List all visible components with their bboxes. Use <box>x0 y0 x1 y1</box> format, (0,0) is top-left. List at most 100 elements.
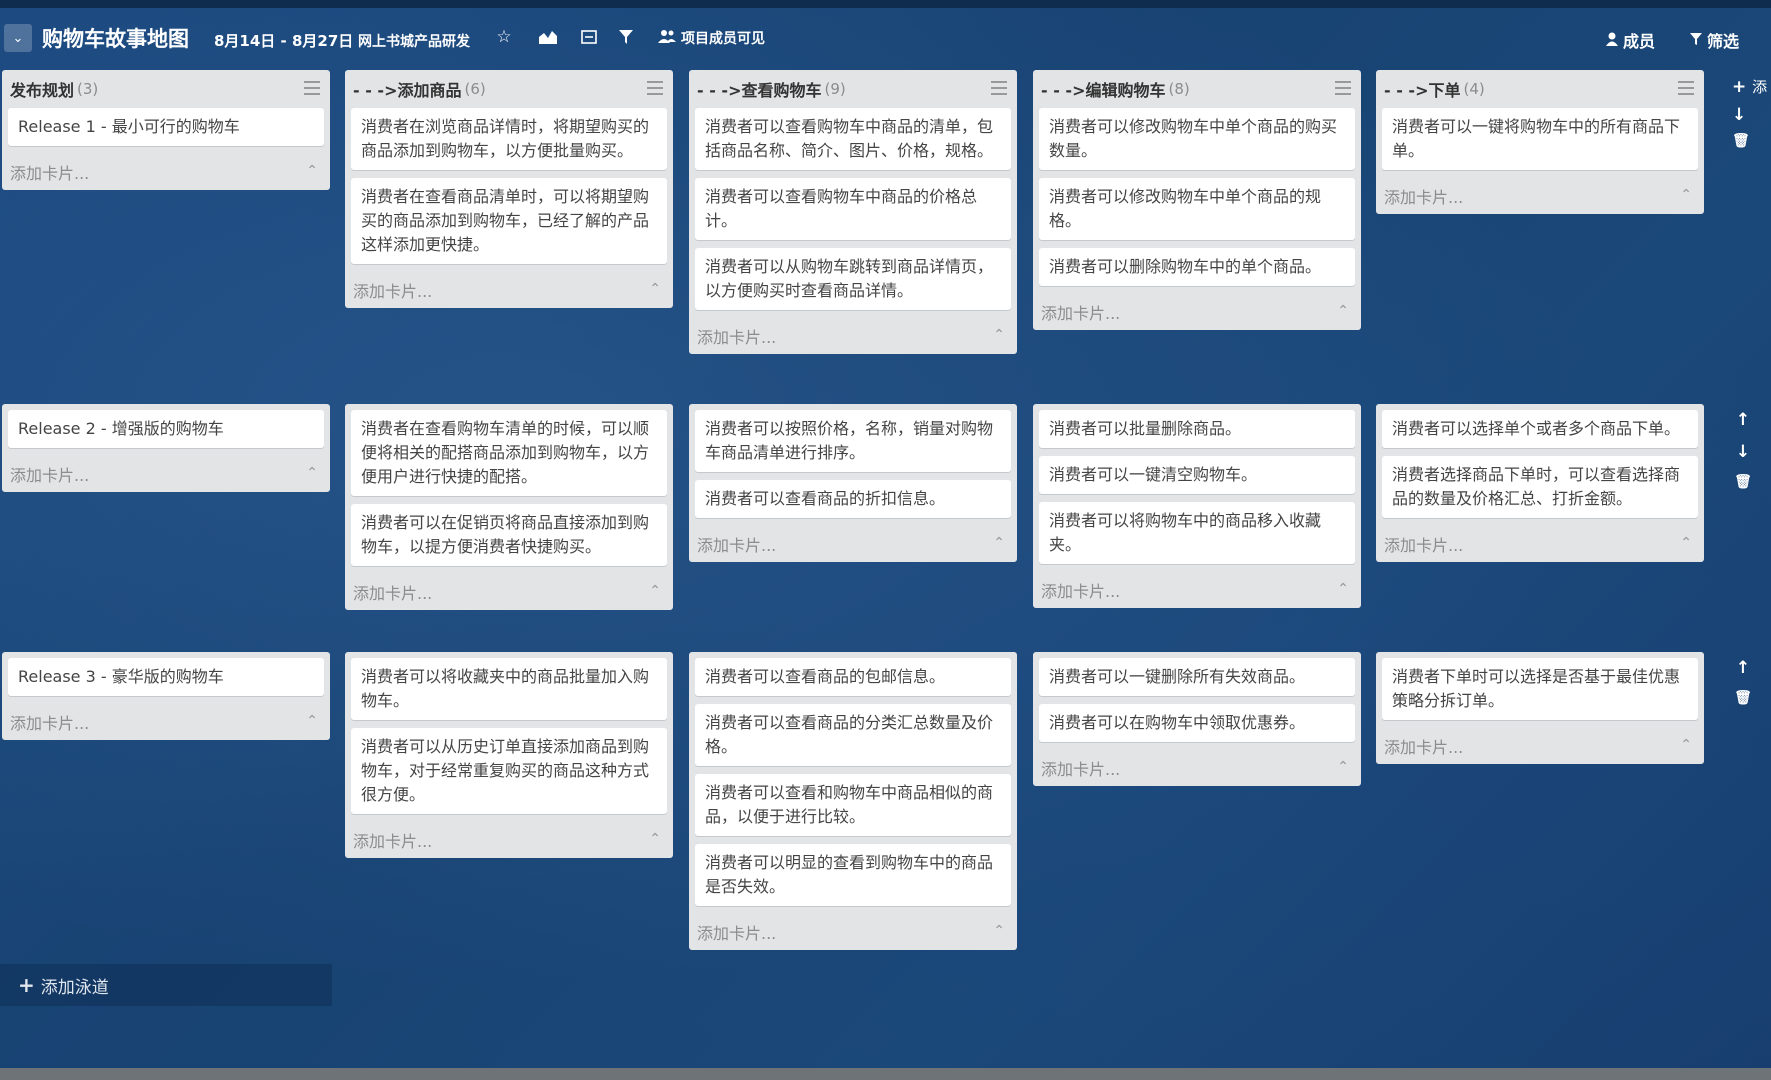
collapse-up-icon[interactable]: ⌃ <box>306 466 318 480</box>
card[interactable]: 消费者可以在促销页将商品直接添加到购物车，以提方便消费者快捷购买。 <box>351 504 667 566</box>
collapse-up-icon[interactable]: ⌃ <box>1337 304 1349 318</box>
list-menu-icon[interactable] <box>991 81 1007 95</box>
arrow-down-icon[interactable]: ↓ <box>1736 442 1750 462</box>
card[interactable]: 消费者可以查看购物车中商品的清单，包括商品名称、简介、图片、价格，规格。 <box>695 108 1011 170</box>
card[interactable]: 消费者在查看购物车清单的时候，可以顺便将相关的配搭商品添加到购物车，以方便用户进… <box>351 410 667 496</box>
chart-icon[interactable] <box>537 26 559 48</box>
card[interactable]: 消费者可以一键删除所有失效商品。 <box>1039 658 1355 696</box>
list-title: - - ->添加商品 <box>353 81 462 100</box>
card[interactable]: 消费者可以一键将购物车中的所有商品下单。 <box>1382 108 1698 170</box>
collapse-up-icon[interactable]: ⌃ <box>649 832 661 846</box>
visibility-label: 项目成员可见 <box>681 31 765 47</box>
filter-button[interactable]: 筛选 <box>1690 28 1739 52</box>
board-header: ⌄ 购物车故事地图 8月14日 - 8月27日 网上书城产品研发 ☆ 项目成员可… <box>0 18 1771 58</box>
board-title[interactable]: 购物车故事地图 <box>42 23 189 53</box>
card[interactable]: 消费者可以修改购物车中单个商品的规格。 <box>1039 178 1355 240</box>
collapse-up-icon[interactable]: ⌃ <box>993 536 1005 550</box>
collapse-up-icon[interactable]: ⌃ <box>649 584 661 598</box>
list-header[interactable]: - - ->添加商品 (6) <box>351 70 667 108</box>
add-card-button[interactable]: 添加卡片... ⌃ <box>1382 178 1698 214</box>
add-card-button[interactable]: 添加卡片... ⌃ <box>8 456 324 492</box>
add-card-button[interactable]: 添加卡片... ⌃ <box>1039 750 1355 786</box>
list-count: (6) <box>464 80 486 98</box>
card[interactable]: 消费者可以从购物车跳转到商品详情页，以方便购买时查看商品详情。 <box>695 248 1011 310</box>
collapse-up-icon[interactable]: ⌃ <box>993 924 1005 938</box>
add-card-button[interactable]: 添加卡片... ⌃ <box>1039 572 1355 608</box>
lane-2-view-cart-list: 消费者可以按照价格，名称，销量对购物车商品清单进行排序。 消费者可以查看商品的折… <box>689 404 1017 562</box>
add-card-button[interactable]: 添加卡片... ⌃ <box>8 704 324 740</box>
list-header[interactable]: - - ->查看购物车 (9) <box>695 70 1011 108</box>
card[interactable]: 消费者可以将收藏夹中的商品批量加入购物车。 <box>351 658 667 720</box>
list-header[interactable]: - - ->下单 (4) <box>1382 70 1698 108</box>
card[interactable]: 消费者可以查看购物车中商品的价格总计。 <box>695 178 1011 240</box>
card[interactable]: 消费者可以查看商品的分类汇总数量及价格。 <box>695 704 1011 766</box>
list-menu-icon[interactable] <box>304 81 320 95</box>
collapse-icon[interactable] <box>578 26 600 48</box>
add-card-button[interactable]: 添加卡片... ⌃ <box>351 822 667 858</box>
list-header[interactable]: 发布规划 (3) <box>8 70 324 108</box>
arrow-up-icon[interactable]: ↑ <box>1736 658 1750 678</box>
team-name[interactable]: 网上书城产品研发 <box>358 31 470 51</box>
collapse-up-icon[interactable]: ⌃ <box>1680 536 1692 550</box>
card[interactable]: 消费者可以按照价格，名称，销量对购物车商品清单进行排序。 <box>695 410 1011 472</box>
collapse-up-icon[interactable]: ⌃ <box>1337 760 1349 774</box>
trash-icon[interactable]: 🗑 <box>1732 133 1767 149</box>
card[interactable]: 消费者可以从历史订单直接添加商品到购物车，对于经常重复购买的商品这种方式很方便。 <box>351 728 667 814</box>
card[interactable]: 消费者可以一键清空购物车。 <box>1039 456 1355 494</box>
list-view-cart: - - ->查看购物车 (9) 消费者可以查看购物车中商品的清单，包括商品名称、简… <box>689 70 1017 354</box>
add-card-button[interactable]: 添加卡片... ⌃ <box>8 154 324 190</box>
card[interactable]: 消费者可以修改购物车中单个商品的购买数量。 <box>1039 108 1355 170</box>
add-card-button[interactable]: 添加卡片... ⌃ <box>1382 526 1698 562</box>
add-card-button[interactable]: 添加卡片... ⌃ <box>695 318 1011 354</box>
card[interactable]: 消费者在浏览商品详情时，将期望购买的商品添加到购物车，以方便批量购买。 <box>351 108 667 170</box>
collapse-up-icon[interactable]: ⌃ <box>993 328 1005 342</box>
card[interactable]: 消费者可以明显的查看到购物车中的商品是否失效。 <box>695 844 1011 906</box>
card[interactable]: 消费者可以查看商品的包邮信息。 <box>695 658 1011 696</box>
top-strip <box>0 0 1771 8</box>
visibility-button[interactable]: 项目成员可见 <box>658 28 765 48</box>
collapse-up-icon[interactable]: ⌃ <box>1680 738 1692 752</box>
add-card-button[interactable]: 添加卡片... ⌃ <box>695 526 1011 562</box>
card[interactable]: Release 2 - 增强版的购物车 <box>8 410 324 448</box>
card[interactable]: 消费者可以将购物车中的商品移入收藏夹。 <box>1039 502 1355 564</box>
arrow-down-icon[interactable]: ↓ <box>1732 105 1767 125</box>
add-lane-item-button[interactable]: + 添 <box>1732 76 1767 97</box>
list-menu-icon[interactable] <box>1335 81 1351 95</box>
card[interactable]: 消费者可以批量删除商品。 <box>1039 410 1355 448</box>
lane-3-order-list: 消费者下单时可以选择是否基于最佳优惠策略分拆订单。 添加卡片... ⌃ <box>1376 652 1704 764</box>
add-card-button[interactable]: 添加卡片... ⌃ <box>1039 294 1355 330</box>
collapse-up-icon[interactable]: ⌃ <box>649 282 661 296</box>
star-icon[interactable]: ☆ <box>493 26 515 48</box>
collapse-up-icon[interactable]: ⌃ <box>1680 188 1692 202</box>
collapse-up-icon[interactable]: ⌃ <box>1337 582 1349 596</box>
card[interactable]: 消费者选择商品下单时，可以查看选择商品的数量及价格汇总、打折金额。 <box>1382 456 1698 518</box>
card[interactable]: Release 1 - 最小可行的购物车 <box>8 108 324 146</box>
collapse-up-icon[interactable]: ⌃ <box>306 164 318 178</box>
list-menu-icon[interactable] <box>1678 81 1694 95</box>
members-button[interactable]: 成员 <box>1606 28 1655 52</box>
trash-icon[interactable]: 🗑 <box>1734 474 1752 490</box>
add-card-label: 添加卡片... <box>353 832 433 851</box>
card[interactable]: Release 3 - 豪华版的购物车 <box>8 658 324 696</box>
add-card-label: 添加卡片... <box>1041 760 1121 779</box>
list-header[interactable]: - - ->编辑购物车 (8) <box>1039 70 1355 108</box>
card[interactable]: 消费者在查看商品清单时，可以将期望购买的商品添加到购物车，已经了解的产品这样添加… <box>351 178 667 264</box>
card[interactable]: 消费者可以删除购物车中的单个商品。 <box>1039 248 1355 286</box>
card[interactable]: 消费者可以查看和购物车中商品相似的商品，以便于进行比较。 <box>695 774 1011 836</box>
add-card-button[interactable]: 添加卡片... ⌃ <box>351 272 667 308</box>
add-card-label: 添加卡片... <box>10 714 90 733</box>
add-card-button[interactable]: 添加卡片... ⌃ <box>695 914 1011 950</box>
card[interactable]: 消费者可以查看商品的折扣信息。 <box>695 480 1011 518</box>
list-menu-icon[interactable] <box>647 81 663 95</box>
collapse-up-icon[interactable]: ⌃ <box>306 714 318 728</box>
arrow-up-icon[interactable]: ↑ <box>1736 410 1750 430</box>
add-card-button[interactable]: 添加卡片... ⌃ <box>351 574 667 610</box>
trash-icon[interactable]: 🗑 <box>1734 690 1752 706</box>
add-card-button[interactable]: 添加卡片... ⌃ <box>1382 728 1698 764</box>
card[interactable]: 消费者可以在购物车中领取优惠券。 <box>1039 704 1355 742</box>
card[interactable]: 消费者下单时可以选择是否基于最佳优惠策略分拆订单。 <box>1382 658 1698 720</box>
filter-icon[interactable] <box>615 26 637 48</box>
add-lane-button[interactable]: + 添加泳道 <box>0 964 332 1006</box>
board-menu-button[interactable]: ⌄ <box>4 24 32 52</box>
card[interactable]: 消费者可以选择单个或者多个商品下单。 <box>1382 410 1698 448</box>
